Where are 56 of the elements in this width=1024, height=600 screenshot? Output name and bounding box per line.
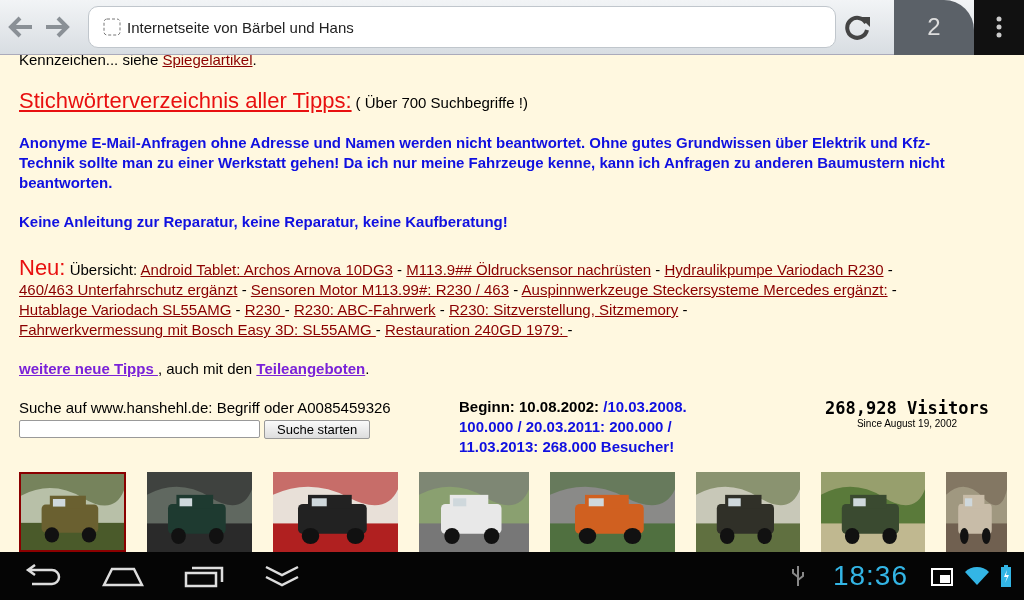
clock: 18:36 [832, 560, 908, 592]
text-link[interactable]: Android Tablet: Archos Arnova 10DG3 [140, 261, 393, 278]
body-text: - [567, 321, 573, 338]
body-text: - [886, 261, 893, 278]
body-text: - [234, 301, 242, 318]
address-field[interactable]: Internetseite von Bärbel und Hans [88, 6, 836, 48]
body-text: - [284, 301, 291, 318]
text-link[interactable]: Auspinnwerkzeuge Steckersysteme Mercedes ergänzt: [521, 281, 888, 298]
tab-count[interactable]: 2 [927, 13, 941, 41]
text-link[interactable]: R230 [244, 301, 285, 318]
text-link[interactable]: R230: ABC-Fahrwerk [293, 301, 436, 318]
search-field[interactable] [19, 420, 260, 438]
text-link[interactable]: Hutablage Variodach SL55AMG [19, 301, 232, 318]
search-label: Suche auf www.hanshehl.de: Begriff oder A0085459326 [19, 399, 391, 416]
body-text: - [240, 281, 248, 298]
wifi-icon [964, 566, 990, 586]
visitor-count: 268,928 Visitors [825, 398, 989, 418]
body-text: - [375, 321, 382, 338]
battery-icon [1000, 565, 1012, 587]
text-link[interactable]: Sensoren Motor M113.99#: R230 / 463 [250, 281, 510, 298]
notice-text: Keine Anleitung zur Reparatur, keine Reparatur, keine Kaufberatung! [19, 212, 509, 232]
body-text: - [438, 301, 446, 318]
screen-rotate-icon [930, 565, 954, 587]
keyword-index-link[interactable]: Stichwörterverzeichnis aller Tipps: [19, 88, 352, 114]
body-text: . [365, 360, 370, 377]
usb-icon [790, 565, 805, 587]
body-text: Übersicht: [69, 261, 139, 278]
body-text: - [890, 281, 897, 298]
body-text: - [681, 301, 688, 318]
text-link[interactable]: R230: Sitzverstellung, Sitzmemory [448, 301, 679, 318]
page-title: Internetseite von Bärbel und Hans [127, 18, 354, 36]
notice-text: Anonyme E-Mail-Anfragen ohne Adresse und Namen werden nicht beantwortet. Ohne gutes Grundwissen über Elektrik und Kfz-Technik sollte man zu einer Werkstatt gehen! Da ich nur meine Fahrzeuge kenne, kann ich Anfragen zu anderen Baumustern nicht beantworten. [19, 133, 946, 193]
visitor-since: Since August 19, 2002 [855, 418, 959, 429]
text-link[interactable]: weitere neue Tipps [19, 360, 158, 377]
search-button[interactable]: Suche starten [264, 420, 371, 439]
body-text: ( Über 700 Suchbegriffe !) [355, 94, 528, 111]
text-link[interactable]: Restauration 240GD 1979: [384, 321, 568, 338]
body-text: - [512, 281, 520, 298]
text-link[interactable]: Hydraulikpumpe Variodach R230 [664, 261, 884, 278]
home-icon[interactable] [102, 565, 144, 587]
body-text: , auch mit den [157, 360, 254, 377]
body-text: Kennzeichen... siehe [19, 55, 160, 68]
body-text: . [252, 55, 257, 68]
recent-apps-icon[interactable] [184, 564, 224, 588]
visitor-history-text: Beginn: 10.08.2002: /10.03.2008. 100.000 / 20.03.2011: 200.000 / 11.03.2013: 268.000 Besucher! [459, 397, 688, 457]
reload-icon[interactable] [844, 13, 872, 41]
text-link[interactable]: M113.9## Öldrucksensor nachrüsten [406, 261, 652, 278]
news-label: Neu: [19, 255, 66, 280]
body-text: - [654, 261, 662, 278]
page-icon [103, 18, 121, 36]
menu-icon[interactable] [996, 16, 1002, 38]
body-text: - [396, 261, 404, 278]
chevron-icon[interactable] [264, 564, 300, 588]
text-link[interactable]: Spiegelartikel [162, 55, 253, 68]
text-link[interactable]: 460/463 Unterfahrschutz ergänzt [19, 281, 238, 298]
text-link[interactable]: Fahrwerkvermessung mit Bosch Easy 3D: SL55AMG [19, 321, 376, 338]
